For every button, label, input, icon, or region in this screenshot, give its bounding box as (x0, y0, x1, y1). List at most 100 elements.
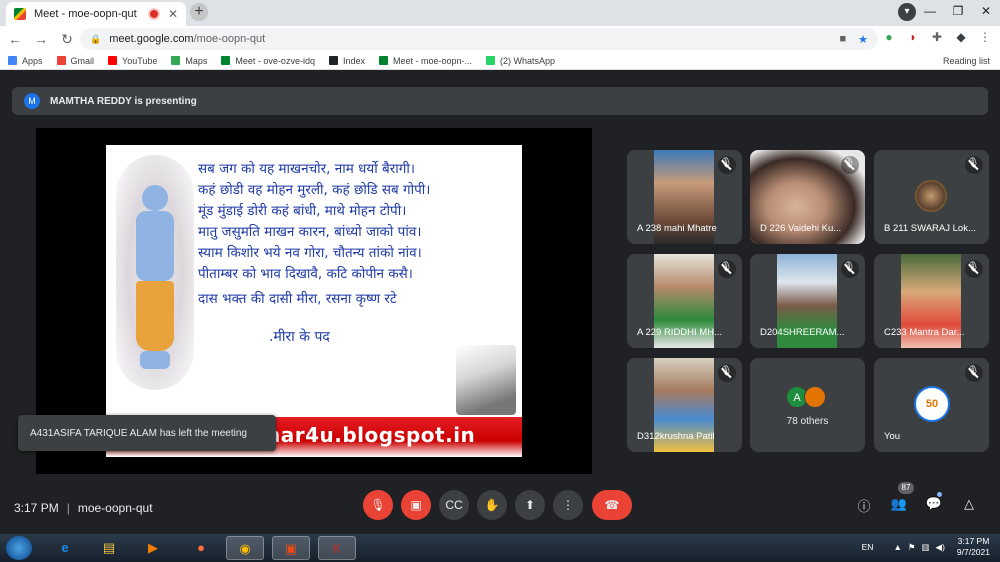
tab-title: Meet - moe-oopn-qut (34, 8, 137, 20)
meeting-time: 3:17 PM (14, 501, 59, 515)
poem-line: सब जग को यह माखनचोर, नाम धर्यो बैरागी। (198, 161, 415, 177)
bookmark-label: Maps (185, 55, 208, 66)
bookmark-item[interactable]: Apps (8, 56, 43, 66)
others-tile[interactable]: A 78 others (750, 358, 865, 452)
tray-arrow-icon[interactable]: ▲ (893, 542, 901, 552)
people-icon[interactable]: 👥 (889, 496, 909, 516)
extension-headphones-icon[interactable]: ◗ (906, 30, 920, 44)
chrome-menu-icon[interactable]: ⋮ (978, 30, 992, 44)
window-controls: — ❐ ✕ (916, 0, 1000, 22)
chrome-icon[interactable]: ◉ (226, 536, 264, 560)
self-tile[interactable]: 🎙 50 You (874, 358, 989, 452)
extension-grammarly-icon[interactable]: ● (882, 30, 896, 44)
poem-line: दास भक्त की दासी मीरा, रसना कृष्ण रटे (198, 291, 397, 307)
poem-line: मूंड मुंडाई डोरी कहं बांधी, माथे मोहन टो… (198, 203, 407, 219)
participant-tile[interactable]: 🎙 A 238 mahi Mhatre (627, 150, 742, 244)
tab-search-icon[interactable]: ▾ (898, 3, 916, 21)
file-explorer-icon[interactable]: ▤ (90, 536, 128, 560)
profile-avatar-icon[interactable]: ◆ (954, 30, 968, 44)
meeting-details-icon[interactable]: ⓘ (854, 496, 874, 516)
activities-icon[interactable]: △ (959, 496, 979, 516)
chat-icon[interactable]: 💬 (924, 496, 944, 516)
present-now-button[interactable]: ⬆ (515, 490, 545, 520)
bookmark-star-icon[interactable]: ★ (858, 33, 868, 46)
media-player-icon[interactable]: ▶ (134, 536, 172, 560)
minimize-icon[interactable]: — (916, 4, 944, 18)
camera-toggle-button[interactable]: ▣ (401, 490, 431, 520)
firefox-icon[interactable]: ● (182, 536, 220, 560)
bookmark-item[interactable]: Meet - ove-ozve-idq (221, 56, 315, 66)
bookmark-item[interactable]: Index (328, 55, 365, 66)
maximize-icon[interactable]: ❐ (944, 4, 972, 18)
participant-tile[interactable]: 🎙 C233 Mantra Dar... (874, 254, 989, 348)
mic-toggle-button[interactable]: 🎙 (363, 490, 393, 520)
extensions-puzzle-icon[interactable]: ✚ (930, 30, 944, 44)
bookmark-label: Index (342, 55, 365, 66)
camera-in-use-icon[interactable]: ■ (839, 33, 846, 46)
participant-name: A 229 RIDDHI MH... (637, 327, 722, 338)
bookmark-label: YouTube (122, 55, 158, 66)
bookmark-favicon-icon (221, 56, 231, 65)
raise-hand-button[interactable]: ✋ (477, 490, 507, 520)
language-indicator[interactable]: EN (862, 542, 874, 552)
close-tab-icon[interactable]: ✕ (168, 7, 178, 21)
new-tab-button[interactable]: + (190, 3, 208, 21)
bookmark-favicon-icon (8, 56, 17, 65)
system-tray: EN ▲ ⚑ ▥ ◀) 3:17 PM 9/7/2021 (862, 536, 990, 558)
bookmark-item[interactable]: YouTube (108, 56, 157, 66)
poem-line: पीताम्बर को भाव दिखावै, कटि कोपीन कसै। (198, 266, 413, 282)
network-icon[interactable]: ▥ (922, 542, 930, 553)
bookmark-item[interactable]: Maps (171, 56, 207, 66)
participant-tile[interactable]: 🎙 D204SHREERAM... (750, 254, 865, 348)
poem-text: सब जग को यह माखनचोर, नाम धर्यो बैरागी। कह… (198, 159, 514, 310)
bookmark-label: Meet - ove-ozve-idq (235, 55, 315, 66)
start-button[interactable] (6, 536, 32, 560)
bookmark-favicon-icon (379, 56, 388, 65)
more-options-button[interactable]: ⋮ (553, 490, 583, 520)
leave-call-button[interactable]: ☎ (592, 490, 632, 520)
bookmark-item[interactable]: Meet - moe-oopn-... (379, 56, 472, 66)
close-window-icon[interactable]: ✕ (972, 4, 1000, 18)
chat-notification-dot (937, 492, 942, 497)
bookmark-label: Apps (22, 55, 43, 66)
presenter-avatar: M (24, 93, 40, 109)
poem-line: कहं छोडी वह मोहन मुरली, कहं छोडि सब गोपी… (198, 182, 431, 198)
bookmark-item[interactable]: (2) WhatsApp (486, 56, 555, 66)
bookmark-label: (2) WhatsApp (500, 55, 556, 66)
reading-list-button[interactable]: Reading list (943, 56, 990, 66)
volume-icon[interactable]: ◀) (936, 542, 945, 553)
lock-icon: 🔒 (90, 33, 102, 44)
participant-count-badge: 87 (898, 482, 914, 494)
blog-url: har4u.blogspot.in (266, 423, 476, 447)
presenting-text: MAMTHA REDDY is presenting (50, 95, 197, 107)
meet-favicon-icon (14, 8, 26, 20)
mic-off-icon: 🎙 (966, 158, 980, 172)
participant-tile[interactable]: 🎙 B 211 SWARAJ Lok... (874, 150, 989, 244)
address-bar[interactable]: 🔒 meet.google.com/moe-oopn-qut ■ ★ (80, 28, 878, 50)
participant-avatar (915, 180, 947, 212)
presenting-banner: M MAMTHA REDDY is presenting (12, 87, 988, 115)
participant-tile[interactable]: 🎙 D 226 Vaidehi Ku... (750, 150, 865, 244)
clock[interactable]: 3:17 PM 9/7/2021 (957, 536, 990, 558)
forward-icon[interactable]: → (30, 31, 52, 47)
tab-strip: Meet - moe-oopn-qut ✕ + ▾ — ❐ ✕ (0, 0, 1000, 26)
browser-toolbar: ← → ↻ 🔒 meet.google.com/moe-oopn-qut ■ ★ (0, 26, 1000, 52)
clock-date: 9/7/2021 (956, 547, 990, 557)
left-meeting-toast: A431ASIFA TARIQUE ALAM has left the meet… (18, 415, 276, 451)
participant-tile[interactable]: 🎙 D312krushna Patil (627, 358, 742, 452)
tab-meet[interactable]: Meet - moe-oopn-qut ✕ (6, 2, 186, 26)
captions-button[interactable]: CC (439, 490, 469, 520)
presentation-app-icon[interactable]: ▣ (272, 536, 310, 560)
meeting-info: 3:17 PM | moe-oopn-qut (14, 501, 153, 515)
bookmark-favicon-icon (56, 56, 66, 65)
app-k-icon[interactable]: K (318, 536, 356, 560)
participant-tile[interactable]: 🎙 A 229 RIDDHI MH... (627, 254, 742, 348)
back-icon[interactable]: ← (4, 31, 26, 47)
ie-icon[interactable]: e (46, 536, 84, 560)
krishna-image (116, 155, 194, 390)
reload-icon[interactable]: ↻ (56, 31, 78, 48)
extensions-area: ● ◗ ✚ ◆ ⋮ (882, 30, 992, 44)
self-avatar: 50 (914, 386, 950, 422)
bookmark-item[interactable]: Gmail (56, 56, 94, 66)
tray-flag-icon[interactable]: ⚑ (908, 542, 916, 553)
